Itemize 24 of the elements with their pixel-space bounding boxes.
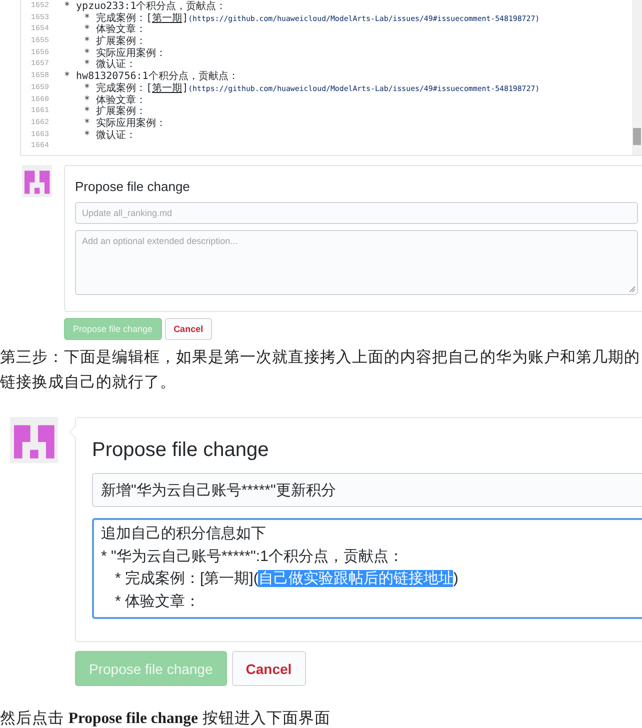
avatar-icon [10,417,58,463]
cancel-button[interactable]: Cancel [164,318,212,340]
cancel-button[interactable]: Cancel [232,651,306,686]
summary-field[interactable]: Update all_ranking.md [75,202,638,224]
code-line: * 扩展案例： [84,106,146,118]
form-title: Propose file change [75,179,190,195]
code-line: * 微认证： [84,130,136,142]
code-line: * 实际应用案例： [84,118,166,130]
code-line: * 微认证： [84,59,136,71]
form-title: Propose file change [92,438,269,462]
description-field[interactable]: Add an optional extended description... [75,230,638,295]
closing-text: 然后点击 Propose file change 按钮进入下面界面 [0,710,332,728]
code-line: * 扩展案例： [84,36,146,48]
scrollbar[interactable] [632,0,642,155]
code-line: * hw81320756:1个积分点，贡献点： [64,71,238,82]
code-line: * 体验文章： [84,94,146,106]
summary-field[interactable]: 新增"华为云自己账号*****"更新积分 [92,473,642,507]
code-line: * 体验文章： [84,24,146,36]
avatar-icon [22,165,52,197]
code-line: * 实际应用案例： [84,48,166,59]
code-line: * ypzuo233:1个积分点，贡献点： [64,1,226,12]
description-field[interactable]: 追加自己的积分信息如下 * "华为云自己账号*****":1个积分点，贡献点： * 完成案例：[第一期](自己做实验跟帖后的链接地址) * 体验文章： [92,518,642,619]
resize-handle-icon[interactable] [629,286,635,292]
instruction-text: 第三步：下面是编辑框，如果是第一次就直接拷入上面的内容把自己的华为账户和第几期的链接换成自己的就行了。 [0,348,641,393]
